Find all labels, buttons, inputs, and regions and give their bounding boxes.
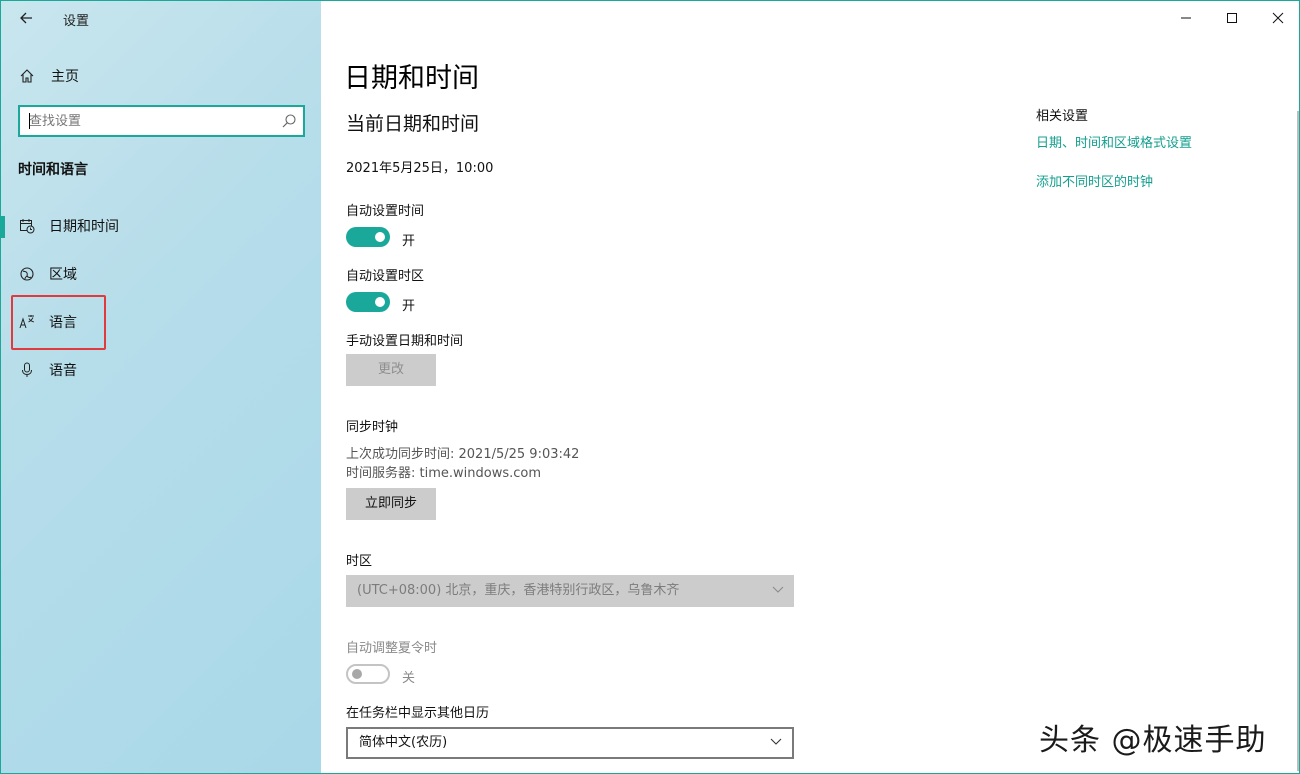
- window-controls: [1163, 1, 1299, 35]
- auto-timezone-toggle[interactable]: [346, 292, 390, 312]
- watermark: 头条 @极速手助: [1039, 723, 1267, 758]
- timezone-select[interactable]: (UTC+08:00) 北京，重庆，香港特别行政区，乌鲁木齐: [346, 575, 794, 607]
- text-cursor: [29, 113, 30, 129]
- sidebar-item-region[interactable]: 区域: [1, 254, 321, 294]
- last-sync-text: 上次成功同步时间: 2021/5/25 9:03:42: [346, 447, 580, 462]
- section-title: 时间和语言: [18, 162, 88, 178]
- main-content: 日期和时间 当前日期和时间 2021年5月25日，10:00 自动设置时间 开 …: [321, 1, 1299, 773]
- sidebar-item-speech[interactable]: 语音: [1, 350, 321, 390]
- maximize-icon: [1227, 13, 1237, 23]
- scrollbar[interactable]: [1297, 111, 1299, 771]
- chevron-down-icon: [770, 738, 782, 745]
- sidebar-item-date-time[interactable]: 日期和时间: [1, 206, 321, 246]
- back-arrow-icon: [20, 12, 32, 24]
- close-button[interactable]: [1255, 1, 1299, 35]
- calendar-clock-icon: [20, 219, 35, 234]
- back-button[interactable]: [13, 7, 39, 29]
- sync-now-button[interactable]: 立即同步: [346, 488, 436, 520]
- minimize-button[interactable]: [1163, 1, 1209, 35]
- annotation-highlight-box: [11, 295, 106, 350]
- auto-time-toggle[interactable]: [346, 227, 390, 247]
- auto-timezone-state: 开: [402, 299, 416, 314]
- settings-window: 设置 主页 时间和语言 日期和时间: [0, 0, 1300, 774]
- sidebar-item-label: 日期和时间: [49, 219, 119, 235]
- minimize-icon: [1181, 17, 1191, 19]
- calendar-value: 简体中文(农历): [359, 735, 448, 750]
- timezone-value: (UTC+08:00) 北京，重庆，香港特别行政区，乌鲁木齐: [357, 583, 680, 598]
- close-icon: [1272, 12, 1284, 24]
- add-clocks-link[interactable]: 添加不同时区的时钟: [1036, 171, 1153, 190]
- dst-toggle[interactable]: [346, 664, 390, 684]
- search-input[interactable]: [20, 107, 270, 135]
- auto-time-label: 自动设置时间: [346, 204, 425, 219]
- current-datetime-value: 2021年5月25日，10:00: [346, 161, 494, 176]
- related-settings-title: 相关设置: [1036, 109, 1089, 124]
- home-icon: [20, 69, 34, 83]
- search-icon[interactable]: [281, 113, 297, 129]
- current-datetime-heading: 当前日期和时间: [346, 113, 480, 135]
- maximize-button[interactable]: [1209, 1, 1255, 35]
- region-format-link[interactable]: 日期、时间和区域格式设置: [1036, 132, 1192, 151]
- calendar-select[interactable]: 简体中文(农历): [346, 727, 794, 759]
- dst-label: 自动调整夏令时: [346, 641, 438, 656]
- sidebar: 设置 主页 时间和语言 日期和时间: [1, 1, 321, 773]
- globe-icon: [20, 267, 34, 281]
- page-title: 日期和时间: [344, 63, 479, 94]
- calendar-label: 在任务栏中显示其他日历: [346, 706, 490, 721]
- auto-timezone-label: 自动设置时区: [346, 269, 425, 284]
- microphone-icon: [22, 362, 32, 377]
- search-box[interactable]: [18, 105, 305, 137]
- app-title: 设置: [63, 14, 90, 29]
- manual-datetime-label: 手动设置日期和时间: [346, 334, 464, 349]
- sync-clock-title: 同步时钟: [346, 420, 399, 435]
- sidebar-item-label: 区域: [49, 267, 77, 283]
- dst-state: 关: [402, 671, 416, 686]
- timezone-label: 时区: [346, 554, 373, 569]
- sidebar-item-label: 语音: [49, 363, 77, 379]
- change-button[interactable]: 更改: [346, 354, 436, 386]
- chevron-down-icon: [772, 586, 784, 593]
- home-nav-item[interactable]: 主页: [19, 65, 79, 87]
- time-server-text: 时间服务器: time.windows.com: [346, 466, 542, 481]
- auto-time-state: 开: [402, 234, 416, 249]
- home-label: 主页: [51, 69, 79, 85]
